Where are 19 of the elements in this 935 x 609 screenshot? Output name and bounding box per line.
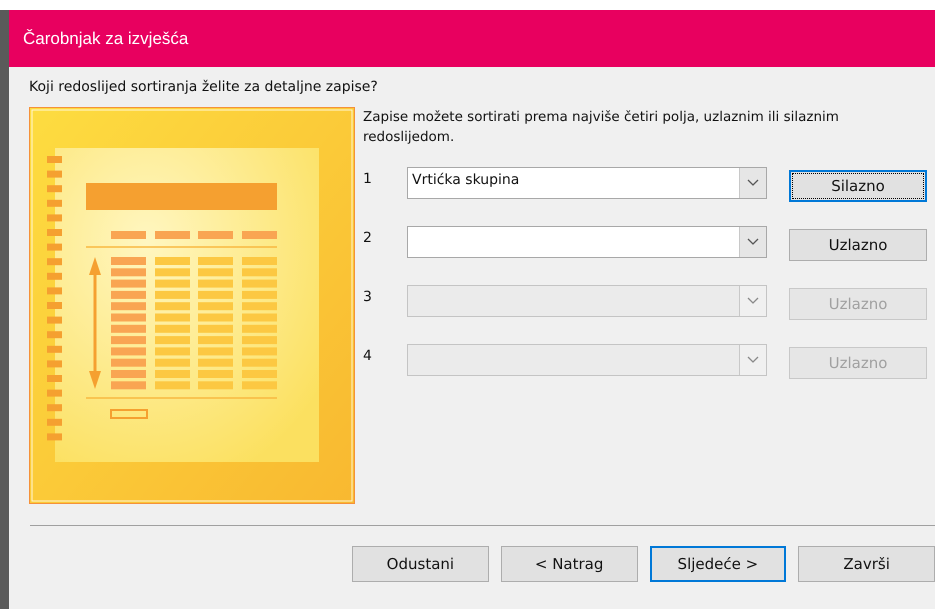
sort-field-dropdown[interactable]: Vrtićka skupina <box>407 167 767 199</box>
sort-level-number: 4 <box>363 347 373 364</box>
sort-field-dropdown[interactable] <box>407 226 767 258</box>
description-text: Zapise možete sortirati prema najviše četiri polja, uzlaznim ili silaznim redoslijedom. <box>363 108 840 147</box>
chevron-down-icon <box>747 179 759 187</box>
wizard-button[interactable]: Odustani <box>352 546 489 582</box>
window-title: Čarobnjak za izvješća <box>23 28 188 48</box>
sort-level-number: 1 <box>363 170 373 187</box>
wizard-button[interactable]: Sljedeće > <box>650 546 786 582</box>
chevron-down-icon <box>747 238 759 246</box>
wizard-button[interactable]: < Natrag <box>500 546 638 582</box>
question-text: Koji redoslijed sortiranja želite za detaljne zapise? <box>28 78 379 97</box>
chevron-down-icon <box>747 356 759 364</box>
sort-order-button[interactable]: Uzlazno <box>789 229 927 261</box>
sort-level-number: 2 <box>363 229 373 246</box>
sort-level-number: 3 <box>363 288 373 305</box>
chevron-down-icon <box>747 297 759 305</box>
sort-order-button[interactable]: Silazno <box>789 170 927 202</box>
wizard-button[interactable]: Završi <box>798 546 935 582</box>
